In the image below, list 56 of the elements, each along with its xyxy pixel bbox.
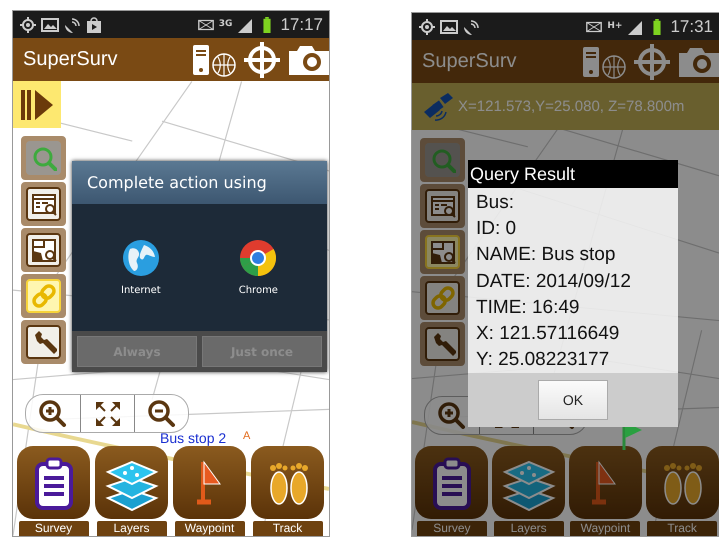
- zoom-in-icon: [437, 400, 467, 430]
- chain-link-icon: [30, 283, 56, 309]
- globe-icon: [122, 239, 160, 277]
- magnifier-icon: [30, 145, 56, 171]
- signal-icon: [626, 18, 644, 34]
- network-type: H+: [607, 22, 622, 31]
- coordinates-text: X=121.573,Y=25.080, Z=78.800m: [458, 98, 684, 115]
- map-query-tool-button[interactable]: [21, 228, 66, 272]
- map-search-icon: [30, 237, 56, 263]
- device-globe-icon: [191, 42, 237, 76]
- dialog-title: Query Result: [468, 160, 678, 188]
- result-line: ID: 0: [476, 217, 518, 242]
- table-search-icon: [430, 193, 456, 219]
- result-line: DATE: 2014/09/12: [476, 270, 632, 294]
- ok-button[interactable]: OK: [538, 380, 608, 420]
- image-icon: [440, 18, 458, 34]
- crosshair-icon: [243, 40, 281, 78]
- clock-time: 17:31: [670, 16, 713, 36]
- table-query-tool-button[interactable]: [420, 184, 465, 228]
- map-query-tool-button[interactable]: [420, 230, 465, 274]
- panel-toggle-button[interactable]: [13, 81, 61, 128]
- image-icon: [41, 16, 59, 32]
- satellite-dish-icon: [63, 16, 81, 32]
- app-title: SuperSurv: [422, 50, 518, 73]
- device-globe-icon: [581, 44, 627, 78]
- magnifier-icon: [430, 147, 456, 173]
- app-option[interactable]: Chrome: [238, 239, 278, 296]
- app-title: SuperSurv: [23, 48, 118, 71]
- feature-label: Bus stop 2: [160, 430, 226, 446]
- table-query-tool-button[interactable]: [21, 182, 66, 226]
- zoom-out-icon: [146, 398, 176, 428]
- marker-letter: A: [243, 430, 250, 442]
- shopping-bag-icon: [85, 16, 103, 32]
- link-tool-button[interactable]: [420, 276, 465, 320]
- result-line: X: 121.57116649: [476, 322, 620, 346]
- location-target-icon: [19, 16, 37, 32]
- result-line: Y: 25.08223177: [476, 348, 610, 372]
- location-target-icon: [418, 18, 436, 34]
- crosshair-icon: [633, 42, 671, 80]
- wrench-tool-button[interactable]: [420, 322, 465, 366]
- table-search-icon: [30, 191, 56, 217]
- zoom-in-icon: [38, 398, 68, 428]
- clock-time: 17:17: [280, 14, 323, 34]
- satellite-dish-icon: [462, 18, 480, 34]
- app-option[interactable]: Internet: [121, 239, 161, 296]
- chain-link-icon: [430, 285, 456, 311]
- map-search-icon: [430, 239, 456, 265]
- network-type: 3G: [218, 20, 232, 29]
- wrench-tool-button[interactable]: [21, 320, 66, 364]
- result-line: NAME: Bus stop: [476, 243, 616, 268]
- expand-arrow-icon: [19, 88, 55, 122]
- result-line: TIME: 16:49: [476, 296, 580, 320]
- result-line: Bus:: [476, 191, 516, 215]
- dialog-title: Complete action using: [72, 161, 327, 204]
- signal-icon: [236, 16, 254, 32]
- chrome-logo-icon: [239, 239, 278, 277]
